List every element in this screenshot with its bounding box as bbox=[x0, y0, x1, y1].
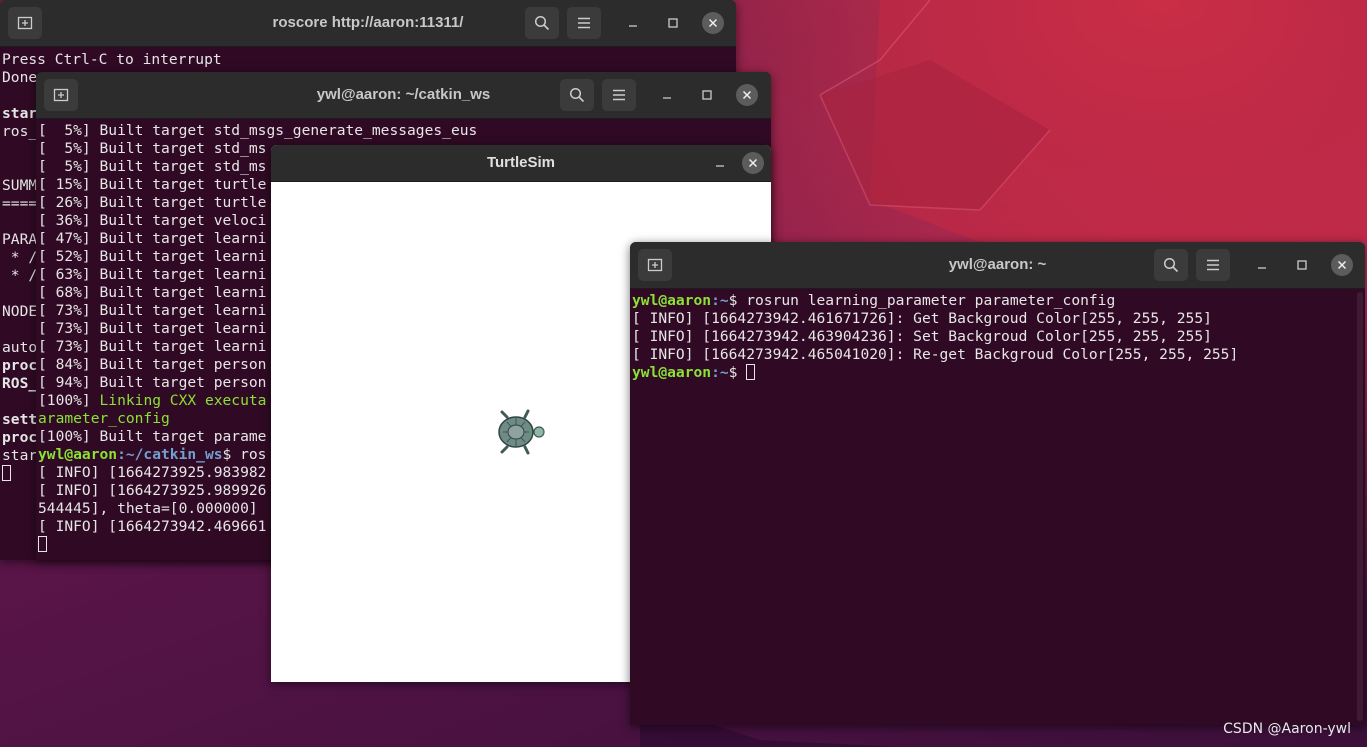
prompt-symbol: $ bbox=[728, 292, 747, 309]
search-icon bbox=[569, 87, 585, 103]
prompt-command: rosrun learning_parameter parameter_conf… bbox=[746, 292, 1116, 309]
new-tab-button[interactable] bbox=[8, 7, 42, 39]
terminal-cursor bbox=[746, 364, 756, 380]
minimize-button[interactable] bbox=[709, 152, 731, 174]
prompt-command: $ ros bbox=[222, 446, 267, 463]
close-button[interactable] bbox=[736, 84, 758, 106]
maximize-button[interactable] bbox=[1291, 254, 1313, 276]
turtle-icon bbox=[498, 409, 545, 455]
minimize-icon bbox=[629, 25, 637, 27]
close-button[interactable] bbox=[1331, 254, 1353, 276]
minimize-icon bbox=[663, 97, 671, 99]
prompt-path: :~ bbox=[711, 364, 729, 381]
prompt-symbol: $ bbox=[728, 364, 747, 381]
roscore-titlebar[interactable]: roscore http://aaron:11311/ bbox=[0, 0, 736, 47]
terminal-line: Press Ctrl-C to interrupt bbox=[2, 51, 222, 68]
linking-text: Linking CXX executa bbox=[99, 392, 267, 409]
prompt-user: ywl@aaron bbox=[632, 292, 712, 309]
terminal-line: [ INFO] [1664273942.463904236]: Set Back… bbox=[632, 328, 1212, 345]
terminal-line: [ 5%] Built target std_msgs_generate_mes… bbox=[38, 122, 478, 139]
window-title: TurtleSim bbox=[486, 154, 556, 171]
terminal-line: [ INFO] [1664273942.465041020]: Re-get B… bbox=[632, 346, 1239, 363]
search-button[interactable] bbox=[560, 79, 594, 111]
close-icon bbox=[1337, 260, 1347, 270]
home-terminal-window[interactable]: ywl@aaron: ~ ywl@aaron:~$ rosrun learnin… bbox=[630, 242, 1365, 725]
maximize-icon bbox=[702, 90, 712, 100]
new-tab-icon bbox=[647, 258, 663, 272]
terminal-scrollbar[interactable] bbox=[1357, 292, 1363, 721]
terminal-line: [ INFO] [1664273942.461671726]: Get Back… bbox=[632, 310, 1212, 327]
hamburger-menu-icon bbox=[613, 89, 625, 101]
search-icon bbox=[1163, 257, 1179, 273]
new-tab-icon bbox=[53, 88, 69, 102]
close-button[interactable] bbox=[742, 152, 764, 174]
minimize-icon bbox=[1258, 267, 1266, 269]
minimize-button[interactable] bbox=[622, 12, 644, 34]
watermark: CSDN @Aaron-ywl bbox=[1223, 721, 1351, 737]
terminal-line: ywl@aaron:~$ bbox=[632, 364, 1365, 382]
maximize-button[interactable] bbox=[662, 12, 684, 34]
terminal-cursor bbox=[38, 536, 47, 552]
hamburger-menu-icon bbox=[578, 17, 590, 29]
prompt-path: :~/catkin_ws bbox=[117, 446, 223, 463]
new-tab-button[interactable] bbox=[638, 249, 672, 281]
maximize-button[interactable] bbox=[696, 84, 718, 106]
hamburger-menu-icon bbox=[1207, 259, 1219, 271]
catkin-titlebar[interactable]: ywl@aaron: ~/catkin_ws bbox=[36, 72, 771, 119]
new-tab-button[interactable] bbox=[44, 79, 78, 111]
home-terminal-output[interactable]: ywl@aaron:~$ rosrun learning_parameter p… bbox=[630, 289, 1365, 382]
terminal-cursor bbox=[2, 465, 11, 481]
minimize-button[interactable] bbox=[656, 84, 678, 106]
menu-button[interactable] bbox=[567, 7, 601, 39]
minimize-button[interactable] bbox=[1251, 254, 1273, 276]
menu-button[interactable] bbox=[1196, 249, 1230, 281]
close-button[interactable] bbox=[702, 12, 724, 34]
search-icon bbox=[534, 15, 550, 31]
close-icon bbox=[742, 90, 752, 100]
close-icon bbox=[708, 18, 718, 28]
progress-prefix: [100%] bbox=[38, 392, 100, 409]
close-icon bbox=[748, 158, 758, 168]
search-button[interactable] bbox=[1154, 249, 1188, 281]
menu-button[interactable] bbox=[602, 79, 636, 111]
home-titlebar[interactable]: ywl@aaron: ~ bbox=[630, 242, 1365, 289]
maximize-icon bbox=[1297, 260, 1307, 270]
turtlesim-titlebar[interactable]: TurtleSim bbox=[271, 145, 771, 182]
prompt-path: :~ bbox=[711, 292, 729, 309]
new-tab-icon bbox=[17, 16, 33, 30]
search-button[interactable] bbox=[525, 7, 559, 39]
prompt-user: ywl@aaron bbox=[632, 364, 712, 381]
prompt-user: ywl@aaron bbox=[38, 446, 118, 463]
terminal-line: ywl@aaron:~$ rosrun learning_parameter p… bbox=[632, 292, 1365, 310]
minimize-icon bbox=[716, 165, 724, 167]
maximize-icon bbox=[668, 18, 678, 28]
